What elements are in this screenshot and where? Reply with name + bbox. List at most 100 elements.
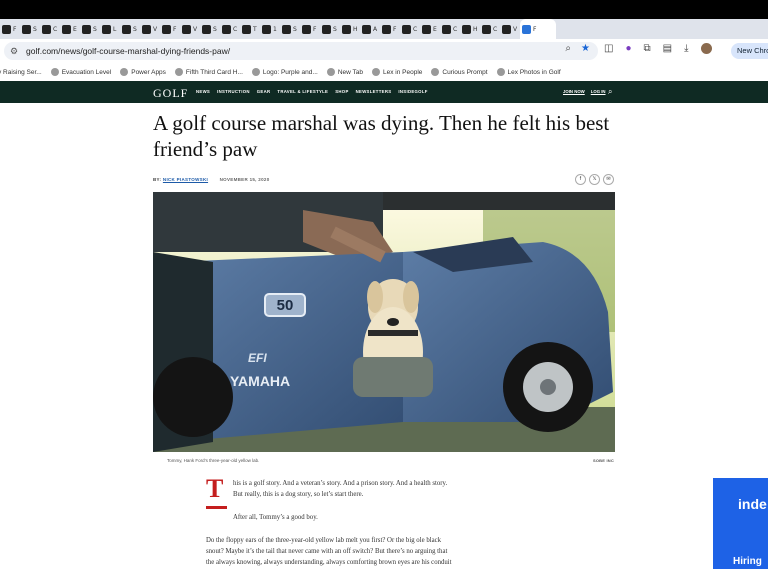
- nav-item[interactable]: INSTRUCTION: [217, 89, 250, 94]
- x-share-icon[interactable]: 𝕏: [589, 174, 600, 185]
- browser-tab[interactable]: S: [20, 19, 40, 39]
- nav-item[interactable]: TRAVEL & LIFESTYLE: [277, 89, 328, 94]
- browser-tab[interactable]: H: [340, 19, 360, 39]
- url-text[interactable]: golf.com/news/golf-course-marshal-dying-…: [26, 46, 230, 56]
- browser-tab[interactable]: S: [320, 19, 340, 39]
- tab-favicon-icon: [242, 24, 251, 34]
- browser-tab[interactable]: S: [200, 19, 220, 39]
- bookmark-star-icon[interactable]: ★: [581, 43, 590, 54]
- tab-favicon-icon: [62, 24, 71, 34]
- bookmark-item[interactable]: Logo: Purple and...: [251, 68, 318, 76]
- profile-avatar[interactable]: [700, 43, 712, 54]
- browser-tab[interactable]: C: [400, 19, 420, 39]
- tab-favicon-icon: [482, 24, 491, 34]
- browser-tab[interactable]: S: [80, 19, 100, 39]
- nav-item[interactable]: SHOP: [335, 89, 348, 94]
- bookmark-label: New Tab: [337, 68, 363, 76]
- paragraph-3-line-3: the always knowing, always understanding…: [206, 559, 452, 566]
- browser-tab[interactable]: E: [60, 19, 80, 39]
- browser-tab[interactable]: F: [300, 19, 320, 39]
- tab-favicon-icon: [462, 24, 471, 34]
- ad-line-1: inde: [738, 496, 767, 512]
- browser-tab[interactable]: C: [480, 19, 500, 39]
- site-settings-icon[interactable]: ⚙: [10, 46, 20, 57]
- tab-title: V: [153, 25, 158, 33]
- bookmark-favicon-icon: [431, 68, 440, 76]
- tab-favicon-icon: [42, 24, 51, 34]
- paragraph-2: After all, Tommy’s a good boy.: [233, 514, 318, 521]
- cart-number: 50: [277, 297, 294, 314]
- tab-title: S: [93, 25, 97, 33]
- facebook-share-icon[interactable]: f: [575, 174, 586, 185]
- browser-tab[interactable]: H: [460, 19, 480, 39]
- bookmark-label: y Raising Ser...: [0, 68, 42, 76]
- bookmark-item[interactable]: Fifth Third Card H...: [174, 68, 243, 76]
- browser-tab[interactable]: F: [160, 19, 180, 39]
- advertisement[interactable]: inde Hiring: [713, 478, 768, 569]
- browser-tab[interactable]: F: [380, 19, 400, 39]
- byline-prefix: BY:: [153, 177, 162, 182]
- omnibox[interactable]: ⚙ golf.com/news/golf-course-marshal-dyin…: [4, 42, 598, 60]
- email-share-icon[interactable]: ✉: [603, 174, 614, 185]
- browser-tab[interactable]: C: [40, 19, 60, 39]
- tab-title: V: [513, 25, 518, 33]
- nav-item[interactable]: GEAR: [257, 89, 271, 94]
- tab-favicon-icon: [322, 24, 331, 34]
- bookmark-item[interactable]: New Tab: [326, 68, 363, 76]
- browser-tab[interactable]: C: [220, 19, 240, 39]
- download-icon[interactable]: ⤓: [684, 43, 688, 54]
- browser-tab[interactable]: V: [180, 19, 200, 39]
- log-in-link[interactable]: LOG IN: [591, 89, 606, 94]
- browser-tab[interactable]: F: [0, 19, 20, 39]
- browser-tab[interactable]: T: [240, 19, 260, 39]
- tab-favicon-icon: [342, 24, 351, 34]
- browser-tab[interactable]: E: [420, 19, 440, 39]
- extension-purple-icon[interactable]: ●: [625, 43, 631, 54]
- tab-favicon-icon: [182, 24, 191, 34]
- browser-tab[interactable]: F: [520, 19, 556, 39]
- browser-tab[interactable]: S: [120, 19, 140, 39]
- browser-tab[interactable]: 1: [260, 19, 280, 39]
- new-chrome-button[interactable]: New Chro: [731, 43, 768, 59]
- browser-tab[interactable]: V: [140, 19, 160, 39]
- tab-title: E: [433, 25, 437, 33]
- bookmark-item[interactable]: Lex in People: [371, 68, 423, 76]
- bookmark-item[interactable]: Power Apps: [120, 68, 166, 76]
- tab-title: 1: [273, 25, 277, 33]
- paragraph-1: his is a golf story. And a veteran’s sto…: [233, 478, 447, 500]
- bookmark-favicon-icon: [251, 68, 260, 76]
- paragraph-1-line-1: his is a golf story. And a veteran’s sto…: [233, 480, 448, 487]
- bookmark-label: Fifth Third Card H...: [185, 68, 243, 76]
- nav-item[interactable]: NEWSLETTERS: [356, 89, 392, 94]
- bookmark-item[interactable]: y Raising Ser...: [0, 69, 42, 76]
- paragraph-3-line-1: Do the floppy ears of the three-year-old…: [206, 537, 442, 544]
- nav-item[interactable]: INSIDEGOLF: [398, 89, 427, 94]
- browser-tab[interactable]: S: [280, 19, 300, 39]
- bookmark-item[interactable]: Evacuation Level: [50, 68, 112, 76]
- tab-title: C: [413, 25, 418, 33]
- join-now-link[interactable]: JOIN NOW: [563, 89, 585, 94]
- drop-cap-rule: [206, 506, 227, 509]
- browser-tab[interactable]: A: [360, 19, 380, 39]
- reading-list-icon[interactable]: ▤: [663, 43, 672, 54]
- bookmark-item[interactable]: Lex Photos in Golf: [496, 68, 561, 76]
- browser-tab[interactable]: L: [100, 19, 120, 39]
- camera-icon[interactable]: ◫: [604, 43, 613, 54]
- bookmark-label: Lex in People: [382, 68, 423, 76]
- paragraph-3: Do the floppy ears of the three-year-old…: [206, 535, 452, 568]
- tab-favicon-icon: [102, 24, 111, 34]
- extensions-puzzle-icon[interactable]: ⧉: [644, 43, 651, 54]
- tab-favicon-icon: [282, 24, 291, 34]
- browser-tab[interactable]: V: [500, 19, 520, 39]
- golf-logo[interactable]: GOLF: [153, 86, 188, 101]
- browser-tab[interactable]: C: [440, 19, 460, 39]
- bookmark-item[interactable]: Curious Prompt: [431, 68, 488, 76]
- toolbar: ⚙ golf.com/news/golf-course-marshal-dyin…: [0, 39, 768, 63]
- search-icon[interactable]: ⌕: [608, 87, 612, 97]
- bookmark-label: Evacuation Level: [61, 68, 112, 76]
- bookmark-label: Lex Photos in Golf: [507, 68, 561, 76]
- nav-item[interactable]: NEWS: [196, 89, 210, 94]
- tab-favicon-icon: [302, 24, 311, 34]
- zoom-icon[interactable]: ⌕: [565, 43, 571, 54]
- author-link[interactable]: NICK PIASTOWSKI: [163, 177, 208, 182]
